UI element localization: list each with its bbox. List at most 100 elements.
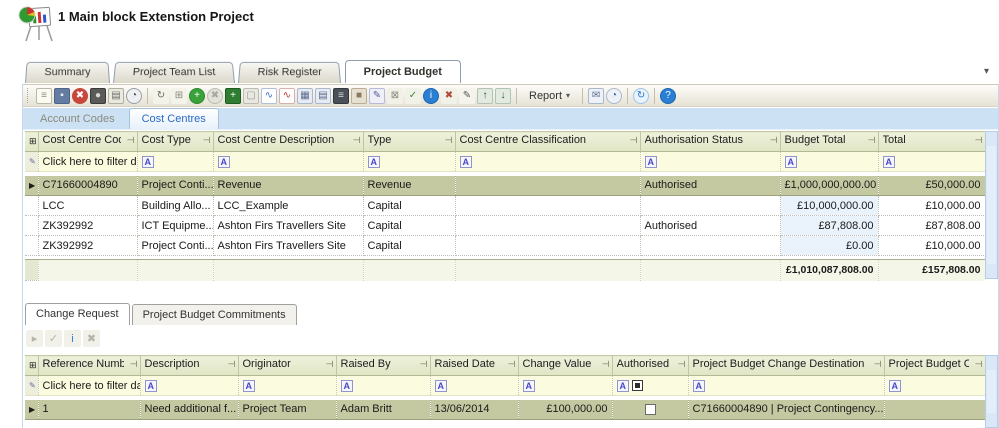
subtab-account-codes[interactable]: Account Codes bbox=[28, 109, 127, 129]
column-header[interactable]: Type⊣ bbox=[363, 132, 455, 152]
chart-actual-icon[interactable]: ∿ bbox=[261, 88, 277, 104]
bottom-grid-scrollbar[interactable] bbox=[985, 355, 998, 428]
grid-cell[interactable]: £87,808.00 bbox=[878, 216, 985, 236]
grid-cell[interactable]: LCC bbox=[38, 196, 137, 216]
subtab-cost-centres[interactable]: Cost Centres bbox=[129, 108, 219, 129]
grid-cell[interactable]: ZK392992 bbox=[38, 236, 137, 256]
time-log-icon[interactable]: ◔ bbox=[606, 88, 622, 104]
refresh-rows-icon[interactable]: ↻ bbox=[153, 88, 169, 104]
grid-cell[interactable]: £10,000.00 bbox=[878, 236, 985, 256]
export-check-icon[interactable]: ✓ bbox=[405, 88, 421, 104]
filter-type-icon[interactable]: A bbox=[617, 380, 630, 392]
cancel-icon[interactable]: ✖ bbox=[72, 88, 88, 104]
filter-cell[interactable]: A bbox=[780, 152, 878, 172]
filter-type-icon[interactable]: A bbox=[145, 380, 158, 392]
refresh-icon[interactable]: ↻ bbox=[633, 88, 649, 104]
pin-icon[interactable]: ⊣ bbox=[868, 135, 876, 146]
pin-icon[interactable]: ⊣ bbox=[678, 359, 686, 370]
filter-cell[interactable]: A bbox=[336, 376, 430, 396]
pin-icon[interactable]: ⊣ bbox=[203, 135, 211, 146]
chart-forecast-icon[interactable]: ∿ bbox=[279, 88, 295, 104]
filter-cell[interactable]: Click here to filter data... bbox=[38, 152, 137, 172]
pin-icon[interactable]: ⊣ bbox=[130, 359, 138, 370]
pin-icon[interactable]: ⊣ bbox=[874, 359, 882, 370]
pin-icon[interactable]: ⊣ bbox=[353, 135, 361, 146]
grid-cell[interactable] bbox=[612, 400, 688, 420]
grid-cell[interactable]: Ashton Firs Travellers Site bbox=[213, 216, 363, 236]
grid-cell[interactable]: Capital bbox=[363, 236, 455, 256]
pin-icon[interactable]: ⊣ bbox=[630, 135, 638, 146]
grid-cell[interactable] bbox=[455, 176, 640, 196]
grid-cell[interactable]: Project Conti... bbox=[137, 176, 213, 196]
grid-cell[interactable]: £50,000.00 bbox=[878, 176, 985, 196]
filter-cell[interactable]: A bbox=[884, 376, 985, 396]
column-header[interactable]: Total⊣ bbox=[878, 132, 985, 152]
tab-project-team-list[interactable]: Project Team List bbox=[113, 62, 235, 83]
filter-cell[interactable]: A bbox=[518, 376, 612, 396]
filter-type-icon[interactable]: A bbox=[785, 156, 798, 168]
grid-row[interactable]: ZK392992ICT Equipme...Ashton Firs Travel… bbox=[25, 216, 985, 236]
grid-cell[interactable]: Ashton Firs Travellers Site bbox=[213, 236, 363, 256]
move-down-icon[interactable]: ↓ bbox=[495, 88, 511, 104]
change-request-info-icon[interactable]: i bbox=[64, 330, 81, 347]
filter-type-icon[interactable]: A bbox=[142, 156, 155, 168]
grid-cell[interactable]: Capital bbox=[363, 216, 455, 236]
grid-cell[interactable]: 13/06/2014 bbox=[430, 400, 518, 420]
delete-change-request-icon[interactable]: ✖ bbox=[83, 330, 100, 347]
grid-cell[interactable]: Project Conti... bbox=[137, 236, 213, 256]
grid-row[interactable]: ▶1Need additional f...Project TeamAdam B… bbox=[25, 400, 985, 420]
grid-cell[interactable]: £87,808.00 bbox=[780, 216, 878, 236]
grid-cell[interactable]: Authorised bbox=[640, 176, 780, 196]
filter-cell[interactable]: A bbox=[213, 152, 363, 172]
grid-cell[interactable]: £1,000,000,000.00 bbox=[780, 176, 878, 196]
column-header[interactable]: Project Budget Chang⊣ bbox=[884, 356, 985, 376]
grid-row[interactable]: ZK392992Project Conti...Ashton Firs Trav… bbox=[25, 236, 985, 256]
filter-type-icon[interactable]: A bbox=[218, 156, 231, 168]
grid-cell[interactable]: £10,000.00 bbox=[878, 196, 985, 216]
filter-cell[interactable]: A bbox=[363, 152, 455, 172]
move-up-icon[interactable]: ↑ bbox=[477, 88, 493, 104]
report-button[interactable]: Report▾ bbox=[523, 88, 576, 104]
grid-row[interactable]: LCCBuilding Allo...LCC_ExampleCapital£10… bbox=[25, 196, 985, 216]
grid-cell[interactable]: Adam Britt bbox=[336, 400, 430, 420]
filter-type-icon[interactable]: A bbox=[523, 380, 536, 392]
grid-cell[interactable]: ICT Equipme... bbox=[137, 216, 213, 236]
column-header[interactable]: Change Value⊣ bbox=[518, 356, 612, 376]
column-header[interactable]: Project Budget Change Destination⊣ bbox=[688, 356, 884, 376]
grid-cell[interactable]: Revenue bbox=[363, 176, 455, 196]
column-header[interactable]: Cost Centre Description⊣ bbox=[213, 132, 363, 152]
pin-icon[interactable]: ⊣ bbox=[420, 359, 428, 370]
authorised-checkbox[interactable] bbox=[645, 404, 656, 415]
toolbox-icon[interactable]: ■ bbox=[351, 88, 367, 104]
snapshot-icon[interactable]: ● bbox=[90, 88, 106, 104]
print-icon[interactable]: ▤ bbox=[108, 88, 124, 104]
tab-change-request[interactable]: Change Request bbox=[25, 303, 130, 325]
column-header[interactable]: Raised Date⊣ bbox=[430, 356, 518, 376]
pin-icon[interactable]: ⊣ bbox=[127, 135, 135, 146]
filter-type-icon[interactable]: A bbox=[435, 380, 448, 392]
grid-cell[interactable] bbox=[455, 196, 640, 216]
filter-cell[interactable]: A bbox=[430, 376, 518, 396]
pin-icon[interactable]: ⊣ bbox=[508, 359, 516, 370]
audit-icon[interactable]: ✎ bbox=[369, 88, 385, 104]
grid-cell[interactable]: £10,000,000.00 bbox=[780, 196, 878, 216]
filter-checkbox[interactable] bbox=[632, 380, 643, 391]
delete-row-icon[interactable]: ✖ bbox=[207, 88, 223, 104]
tab-overflow-icon[interactable]: ▾ bbox=[984, 66, 989, 77]
monitor-chart-icon[interactable]: ▦ bbox=[297, 88, 313, 104]
filter-cell[interactable]: A bbox=[137, 152, 213, 172]
add-row-icon[interactable]: + bbox=[189, 88, 205, 104]
filter-cell[interactable]: A bbox=[878, 152, 985, 172]
grid-cell[interactable]: Project Team bbox=[238, 400, 336, 420]
grid-selector-icon[interactable]: ⊞ bbox=[25, 132, 38, 152]
export-close-icon[interactable]: ⊠ bbox=[387, 88, 403, 104]
grid-cell[interactable] bbox=[455, 236, 640, 256]
grid-cell[interactable] bbox=[455, 216, 640, 236]
filter-type-icon[interactable]: A bbox=[883, 156, 896, 168]
filter-type-icon[interactable]: A bbox=[243, 380, 256, 392]
tab-project-budget[interactable]: Project Budget bbox=[345, 60, 461, 83]
filter-cell[interactable]: A bbox=[238, 376, 336, 396]
grid-cell[interactable]: £0.00 bbox=[780, 236, 878, 256]
column-header[interactable]: Reference Number⊣ bbox=[38, 356, 140, 376]
pin-icon[interactable]: ⊣ bbox=[975, 135, 983, 146]
